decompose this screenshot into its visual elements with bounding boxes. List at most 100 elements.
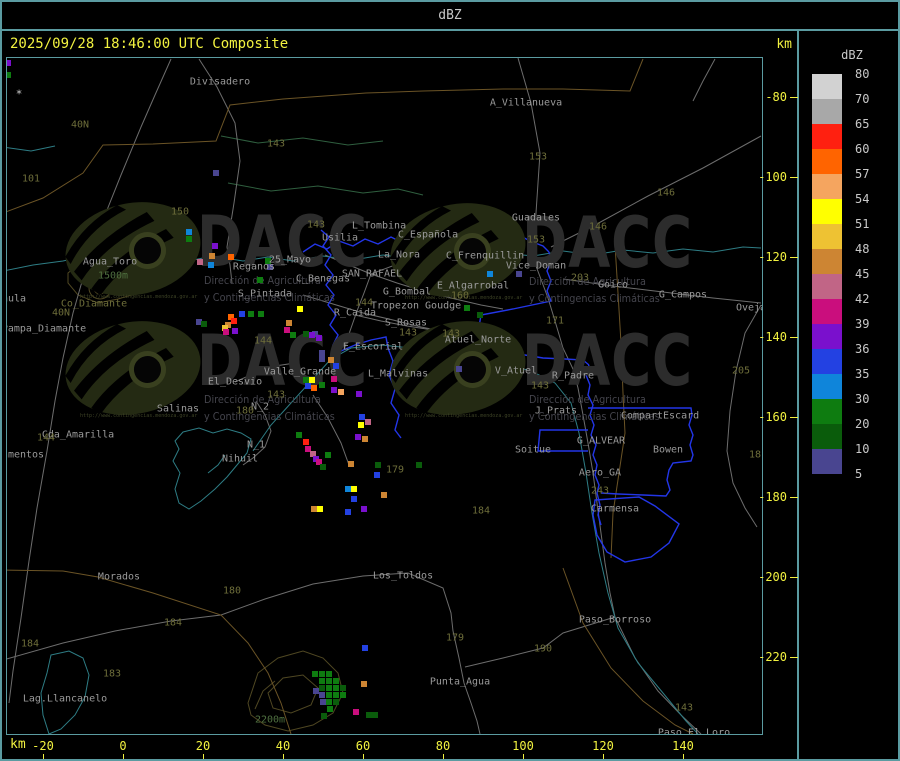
right-axis-tick-mark	[790, 257, 798, 258]
bottom-axis-tick-label: 80	[435, 739, 451, 753]
radar-echo-cell	[7, 60, 11, 66]
radar-echo-cell	[312, 671, 318, 677]
colorbar-block	[812, 424, 842, 449]
radar-echo-cell	[326, 685, 332, 691]
colorbar-block	[812, 299, 842, 324]
bottom-axis-tick-label: 140	[672, 739, 694, 753]
bottom-axis-tick-mark	[43, 754, 44, 759]
colorbar-tick-label: 65	[855, 117, 870, 131]
radar-echo-cell	[213, 170, 219, 176]
title-bar: dBZ	[2, 2, 898, 31]
radar-echo-cell	[297, 306, 303, 312]
radar-echo-cell	[333, 685, 339, 691]
radar-echo-cell	[296, 432, 302, 438]
radar-echo-cell	[257, 277, 263, 283]
radar-echo-cell	[333, 692, 339, 698]
radar-echo-cell	[320, 464, 326, 470]
radar-echo-cell	[320, 699, 326, 705]
radar-echo-cell	[248, 311, 254, 317]
right-axis-tick-mark	[790, 177, 798, 178]
bottom-axis-tick-mark	[203, 754, 204, 759]
radar-echo-cell	[487, 271, 493, 277]
colorbar-block	[812, 374, 842, 399]
right-axis-tick-label: -220	[758, 650, 787, 664]
radar-echo-cell	[232, 328, 238, 334]
radar-echo-cell	[290, 332, 296, 338]
radar-echo-cell	[319, 678, 325, 684]
radar-echo-cell	[309, 332, 315, 338]
colorbar-block	[812, 199, 842, 224]
bottom-axis-tick-label: 0	[119, 739, 127, 753]
colorbar-block	[812, 224, 842, 249]
colorbar-tick-label: 5	[855, 467, 863, 481]
radar-echo-cell	[338, 389, 344, 395]
bottom-axis-tick-mark	[443, 754, 444, 759]
radar-echo-cell	[381, 492, 387, 498]
right-axis-tick-label: -200	[758, 570, 787, 584]
colorbar-tick-label: 57	[855, 167, 870, 181]
radar-echo-cell	[325, 452, 331, 458]
radar-echo-cell	[345, 509, 351, 515]
radar-echo-cell	[340, 692, 346, 698]
radar-echo-cell	[208, 262, 214, 268]
colorbar-block	[812, 249, 842, 274]
bottom-axis-tick-label: 60	[355, 739, 371, 753]
bottom-axis-tick-mark	[603, 754, 604, 759]
radar-echo-cell	[355, 434, 361, 440]
colorbar-tick-label: 45	[855, 267, 870, 281]
bottom-axis-tick-mark	[683, 754, 684, 759]
radar-echo-cell	[223, 329, 229, 335]
radar-echo-cell	[331, 376, 337, 382]
radar-echo-cell	[319, 692, 325, 698]
radar-echo-cell	[464, 305, 470, 311]
radar-echo-cell	[319, 382, 325, 388]
radar-echo-cell	[331, 387, 337, 393]
colorbar-tick-label: 60	[855, 142, 870, 156]
radar-echo-cell	[258, 311, 264, 317]
colorbar-block	[812, 274, 842, 299]
colorbar-block	[812, 349, 842, 374]
river-lines	[7, 145, 762, 734]
colorbar-tick-label: 51	[855, 217, 870, 231]
radar-map[interactable]: DACCDirección de Agriculturay Contingenc…	[6, 57, 763, 735]
radar-echo-cell	[228, 254, 234, 260]
right-axis-tick-label: -180	[758, 490, 787, 504]
radar-echo-cell	[212, 243, 218, 249]
radar-echo-cell	[209, 253, 215, 259]
bottom-axis-unit: km	[10, 737, 26, 752]
radar-echo-cell	[317, 506, 323, 512]
bottom-axis-tick-label: -20	[32, 739, 54, 753]
radar-echo-cell	[326, 699, 332, 705]
radar-app-window: dBZ 2025/09/28 18:46:00 UTC Composite km…	[0, 0, 900, 761]
bottom-axis-tick-label: 40	[275, 739, 291, 753]
radar-echo-cell	[362, 645, 368, 651]
radar-echo-cell	[365, 419, 371, 425]
radar-echo-cell	[351, 496, 357, 502]
radar-echo-cell	[327, 706, 333, 712]
colorbar-block	[812, 399, 842, 424]
right-axis-tick-mark	[790, 577, 798, 578]
radar-echo-cell	[313, 688, 319, 694]
right-axis-tick-label: -80	[765, 90, 787, 104]
radar-echo-cell	[303, 439, 309, 445]
radar-echo-cell	[416, 462, 422, 468]
radar-echo-cell	[231, 318, 237, 324]
radar-echo-cell	[186, 229, 192, 235]
radar-echo-cell	[326, 678, 332, 684]
radar-echo-cell	[333, 363, 339, 369]
right-axis-tick-label: -140	[758, 330, 787, 344]
colorbar-tick-label: 30	[855, 392, 870, 406]
radar-echo-cell	[348, 461, 354, 467]
radar-echo-cell	[456, 366, 462, 372]
radar-echo-cell	[286, 320, 292, 326]
map-lines-layer	[7, 58, 762, 734]
radar-echo-cell	[374, 472, 380, 478]
right-axis-unit: km	[776, 37, 792, 52]
radar-echo-cell	[326, 692, 332, 698]
radar-echo-cell	[372, 712, 378, 718]
radar-echo-cell	[326, 671, 332, 677]
right-axis-tick-label: -120	[758, 250, 787, 264]
right-axis-tick-label: -100	[758, 170, 787, 184]
radar-echo-cell	[316, 335, 322, 341]
radar-echo-cell	[358, 422, 364, 428]
